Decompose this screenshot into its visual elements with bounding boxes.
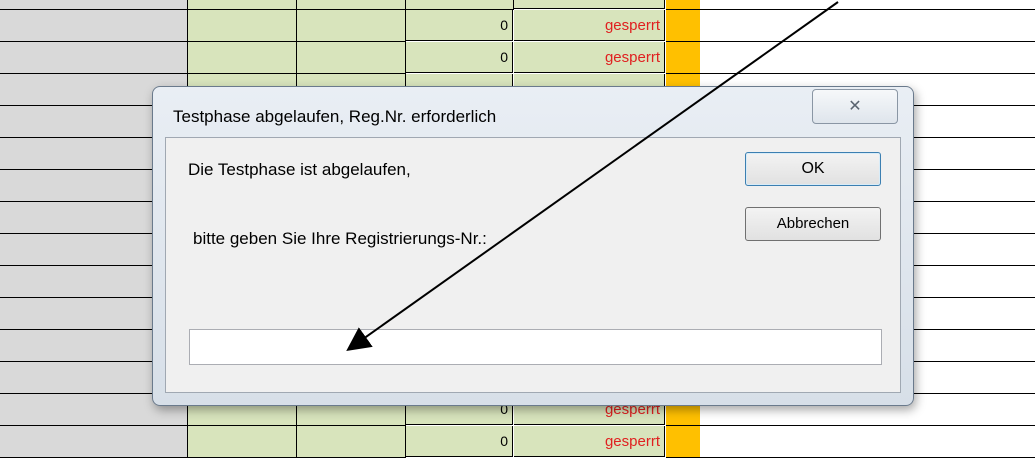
sheet-cell[interactable] bbox=[406, 0, 514, 10]
close-icon: ✕ bbox=[848, 98, 862, 115]
sheet-cell[interactable] bbox=[297, 426, 406, 458]
sheet-cell[interactable] bbox=[700, 10, 1035, 42]
sheet-cell[interactable] bbox=[297, 42, 406, 74]
sheet-cell-status[interactable]: gesperrt bbox=[514, 10, 665, 41]
ok-button[interactable]: OK bbox=[745, 152, 881, 186]
sheet-row: 0 gesperrt bbox=[0, 42, 1035, 74]
sheet-cell-marker[interactable] bbox=[666, 10, 700, 42]
sheet-cell[interactable] bbox=[514, 0, 665, 9]
sheet-cell-number[interactable]: 0 bbox=[406, 10, 513, 41]
sheet-cell-marker[interactable] bbox=[666, 0, 700, 10]
sheet-cell[interactable] bbox=[188, 42, 297, 74]
sheet-cell[interactable] bbox=[700, 426, 1035, 458]
sheet-cell-marker[interactable] bbox=[666, 42, 700, 74]
sheet-row: 0 gesperrt bbox=[0, 426, 1035, 458]
sheet-cell[interactable] bbox=[188, 10, 297, 42]
sheet-cell[interactable] bbox=[188, 426, 297, 458]
sheet-cell[interactable] bbox=[0, 426, 188, 458]
dialog-content: Die Testphase ist abgelaufen, bitte gebe… bbox=[165, 137, 901, 393]
sheet-cell[interactable] bbox=[700, 42, 1035, 74]
sheet-row: 0 gesperrt bbox=[0, 10, 1035, 42]
sheet-cell-status[interactable]: gesperrt bbox=[514, 42, 665, 73]
prompt-line-2: bitte geben Sie Ihre Registrierungs-Nr.: bbox=[193, 229, 487, 248]
sheet-row-partial bbox=[0, 0, 1035, 10]
sheet-cell[interactable] bbox=[0, 42, 188, 74]
sheet-cell-status[interactable]: gesperrt bbox=[514, 426, 665, 457]
prompt-line-1: Die Testphase ist abgelaufen, bbox=[188, 160, 411, 179]
dialog-title: Testphase abgelaufen, Reg.Nr. erforderli… bbox=[173, 107, 497, 126]
sheet-cell-number[interactable]: 0 bbox=[406, 42, 513, 73]
registration-number-input[interactable] bbox=[189, 329, 882, 365]
input-dialog: Testphase abgelaufen, Reg.Nr. erforderli… bbox=[152, 86, 914, 406]
sheet-cell[interactable] bbox=[297, 10, 406, 42]
sheet-cell[interactable] bbox=[0, 10, 188, 42]
sheet-cell-number[interactable]: 0 bbox=[406, 426, 513, 457]
sheet-cell[interactable] bbox=[0, 0, 188, 10]
sheet-cell-marker[interactable] bbox=[666, 426, 700, 458]
sheet-cell[interactable] bbox=[297, 0, 406, 10]
sheet-cell[interactable] bbox=[700, 0, 1035, 10]
close-button[interactable]: ✕ bbox=[812, 89, 898, 124]
sheet-cell[interactable] bbox=[188, 0, 297, 10]
cancel-button[interactable]: Abbrechen bbox=[745, 207, 881, 241]
